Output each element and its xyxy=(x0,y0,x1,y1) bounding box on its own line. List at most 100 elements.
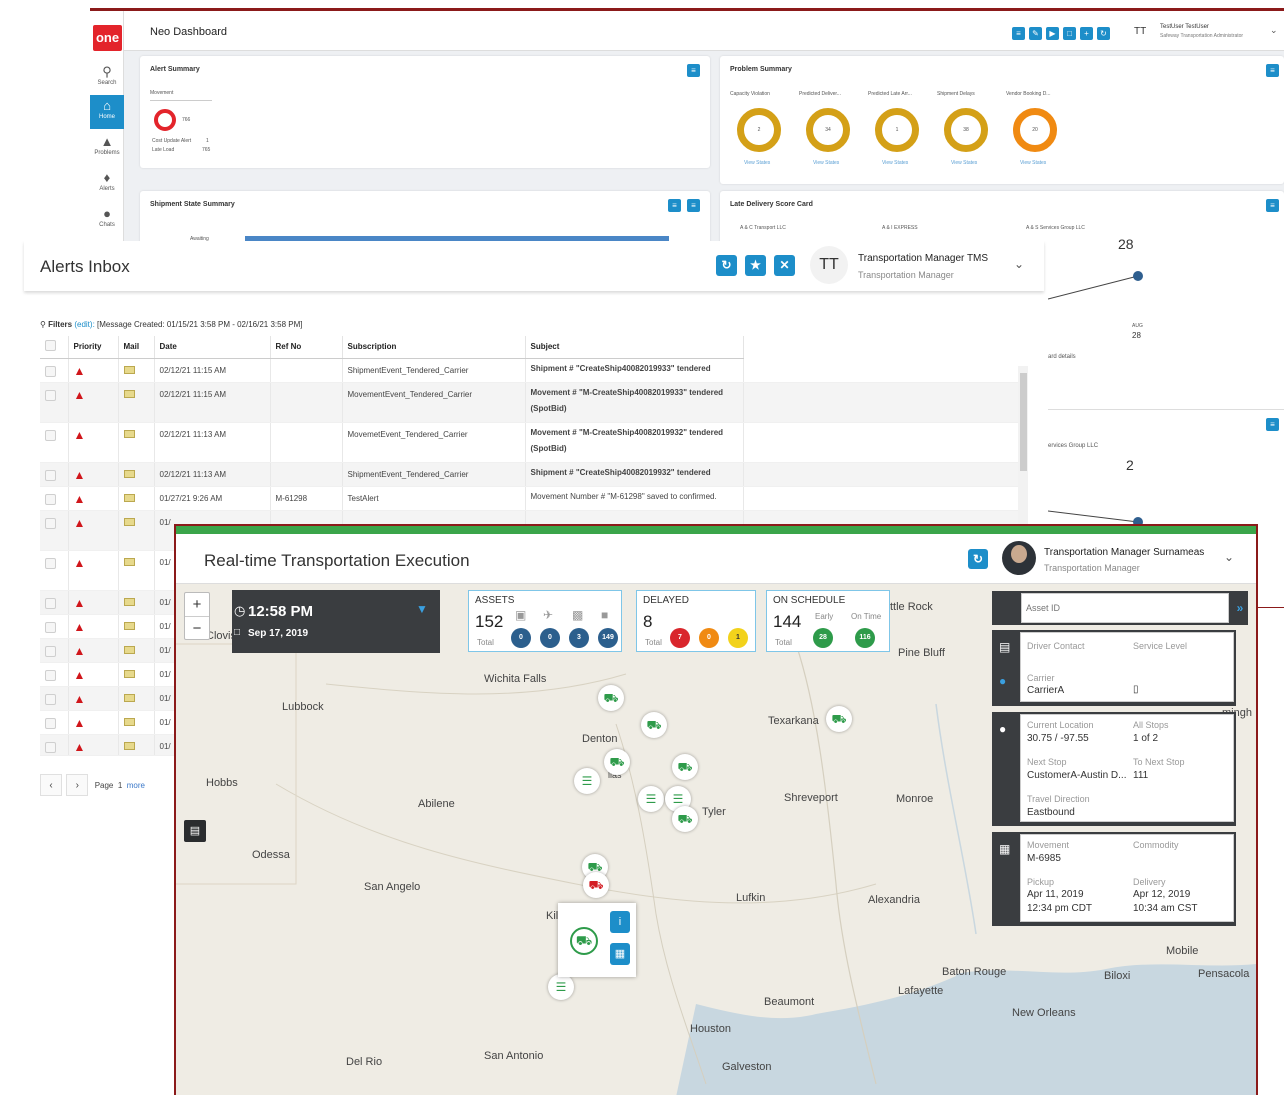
delayed-kpi[interactable]: DELAYED 8 Total 7 0 1 xyxy=(636,590,756,652)
stack-marker[interactable]: ☰ xyxy=(548,974,574,1000)
avatar[interactable]: TT xyxy=(810,246,848,284)
subscription-cell[interactable]: MovementEvent_Tendered_Carrier xyxy=(342,382,526,423)
close-button[interactable]: ✕ xyxy=(774,255,795,276)
nav-alerts[interactable]: ♦ Alerts xyxy=(90,167,124,201)
card-menu-icon[interactable]: ≡ xyxy=(1266,64,1279,77)
row-checkbox[interactable] xyxy=(45,597,56,609)
truck-marker[interactable]: ⛟ xyxy=(672,806,698,832)
column-header-subscription[interactable]: Subscription xyxy=(342,336,526,359)
truck-marker[interactable]: ⛟ xyxy=(598,685,624,711)
subscription-cell[interactable]: ShipmentEvent_Tendered_Carrier xyxy=(342,358,526,383)
problem-tab[interactable]: Shipment Delays xyxy=(937,91,975,97)
list-icon[interactable]: ≡ xyxy=(1012,27,1025,41)
ref-no-cell[interactable] xyxy=(270,382,343,423)
zoom-in-button[interactable]: + xyxy=(185,593,209,617)
alert-summary-tab[interactable]: Movement xyxy=(150,90,173,96)
row-select-cell[interactable] xyxy=(40,590,69,615)
nav-home[interactable]: ⌂ Home xyxy=(90,95,124,129)
view-states-link[interactable]: View States xyxy=(951,160,977,166)
row-select-cell[interactable] xyxy=(40,662,69,687)
assets-train-count[interactable]: 3 xyxy=(569,628,589,648)
card-toggle-icon[interactable]: ≡ xyxy=(668,199,681,212)
assets-bus-count[interactable]: 0 xyxy=(511,628,531,648)
row-select-cell[interactable] xyxy=(40,550,69,591)
row-checkbox[interactable] xyxy=(45,365,56,377)
row-select-cell[interactable] xyxy=(40,422,69,463)
card-menu-icon[interactable]: ≡ xyxy=(687,64,700,77)
ref-no-cell[interactable] xyxy=(270,462,343,487)
row-select-cell[interactable] xyxy=(40,382,69,423)
truck-icon[interactable]: ⛟ xyxy=(570,927,598,955)
row-select-cell[interactable] xyxy=(40,510,69,551)
row-checkbox[interactable] xyxy=(45,557,56,569)
avatar[interactable] xyxy=(1002,541,1036,575)
mail-cell[interactable] xyxy=(118,486,155,511)
subscription-cell[interactable]: MovemetEvent_Tendered_Carrier xyxy=(342,422,526,463)
table-row[interactable]: ▲ 02/12/21 11:15 AM MovementEvent_Tendered… xyxy=(40,382,1023,423)
nav-search[interactable]: ⚲ Search xyxy=(90,61,124,95)
row-checkbox[interactable] xyxy=(45,469,56,481)
on-time-count[interactable]: 116 xyxy=(855,628,875,648)
row-checkbox[interactable] xyxy=(45,693,56,705)
early-count[interactable]: 28 xyxy=(813,628,833,648)
more-link[interactable]: more xyxy=(127,781,145,790)
truck-marker[interactable]: ⛟ xyxy=(641,712,667,738)
mail-cell[interactable] xyxy=(118,662,155,687)
subject-cell[interactable]: Shipment # "CreateShip40082019932" tende… xyxy=(525,462,744,487)
select-all-checkbox[interactable] xyxy=(45,340,56,352)
stack-marker[interactable]: ☰ xyxy=(638,786,664,812)
chevron-down-icon[interactable]: ⌄ xyxy=(1014,257,1024,271)
view-states-link[interactable]: View States xyxy=(744,160,770,166)
prev-page-button[interactable]: ‹ xyxy=(40,774,62,796)
refresh-button[interactable]: ↻ xyxy=(716,255,737,276)
chevron-down-icon[interactable]: ⌄ xyxy=(1270,25,1278,36)
copy-icon[interactable]: □ xyxy=(1063,27,1076,41)
table-row[interactable]: ▲ 02/12/21 11:15 AM ShipmentEvent_Tendered… xyxy=(40,358,1023,383)
nav-chats[interactable]: ● Chats xyxy=(90,203,124,237)
zoom-out-button[interactable]: − xyxy=(185,617,209,641)
assets-truck-count[interactable]: 149 xyxy=(598,628,618,648)
subject-cell[interactable]: Movement Number # "M-61298" saved to con… xyxy=(525,486,744,511)
row-select-cell[interactable] xyxy=(40,358,69,383)
delayed-truck-marker[interactable]: ⛟ xyxy=(583,872,609,898)
card-menu-icon[interactable]: ≡ xyxy=(687,199,700,212)
truck-marker[interactable]: ⛟ xyxy=(826,706,852,732)
expand-panel-icon[interactable]: » xyxy=(1232,593,1248,623)
assets-plane-count[interactable]: 0 xyxy=(540,628,560,648)
filters-edit-link[interactable]: (edit): xyxy=(74,320,94,329)
on-schedule-kpi[interactable]: ON SCHEDULE 144 Total Early On Time 28 1… xyxy=(766,590,890,652)
row-select-cell[interactable] xyxy=(40,710,69,735)
refresh-button[interactable]: ↻ xyxy=(968,549,988,569)
next-page-button[interactable]: › xyxy=(66,774,89,796)
row-select-cell[interactable] xyxy=(40,462,69,487)
row-checkbox[interactable] xyxy=(45,717,56,729)
delayed-risk-count[interactable]: 1 xyxy=(728,628,748,648)
row-checkbox[interactable] xyxy=(45,621,56,633)
subject-cell[interactable]: Movement # "M-CreateShip40082019933" ten… xyxy=(525,382,744,423)
problem-tab[interactable]: Capacity Violation xyxy=(730,91,770,97)
assets-kpi[interactable]: ASSETS ▣ ✈ ▩ ■ 152 Total 0 0 3 149 xyxy=(468,590,622,652)
row-checkbox[interactable] xyxy=(45,493,56,505)
card-details-link[interactable]: ard details xyxy=(1048,354,1076,360)
subject-cell[interactable]: Movement # "M-CreateShip40082019932" ten… xyxy=(525,422,744,463)
problem-tab[interactable]: Vendor Booking D... xyxy=(1006,91,1050,97)
scrollbar-thumb[interactable] xyxy=(1020,373,1027,471)
row-select-cell[interactable] xyxy=(40,614,69,639)
column-header-mail[interactable]: Mail xyxy=(118,336,155,359)
refresh-icon[interactable]: ↻ xyxy=(1097,27,1110,41)
mail-cell[interactable] xyxy=(118,614,155,639)
view-states-link[interactable]: View States xyxy=(1020,160,1046,166)
table-row[interactable]: ▲ 02/12/21 11:13 AM ShipmentEvent_Tendered… xyxy=(40,462,1023,487)
info-button[interactable]: i xyxy=(610,911,630,933)
chart-button[interactable]: ▤ xyxy=(184,820,206,842)
column-header-subject[interactable]: Subject xyxy=(525,336,744,359)
map-view[interactable]: Clovis Wichita Falls Lubbock Denton Texa… xyxy=(176,584,1256,1095)
mail-cell[interactable] xyxy=(118,550,155,591)
stack-marker[interactable]: ☰ xyxy=(574,768,600,794)
table-row[interactable]: ▲ 01/27/21 9:26 AM M-61298 TestAlert Movemen… xyxy=(40,486,1023,511)
row-select-cell[interactable] xyxy=(40,638,69,663)
column-header-priority[interactable]: Priority xyxy=(68,336,119,359)
row-checkbox[interactable] xyxy=(45,645,56,657)
filter-icon[interactable]: ▼ xyxy=(416,602,428,616)
row-checkbox[interactable] xyxy=(45,429,56,441)
